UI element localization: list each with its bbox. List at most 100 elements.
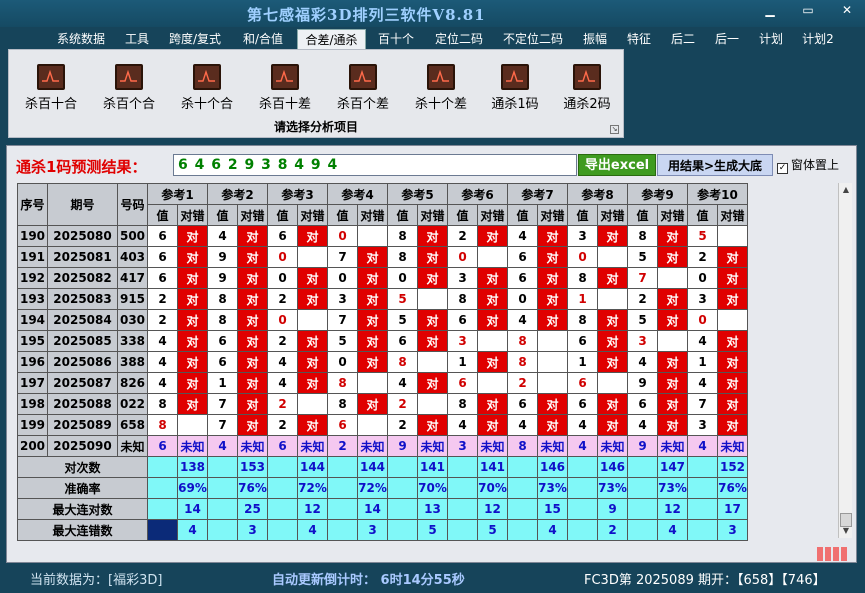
ref-status: 对 bbox=[597, 414, 628, 436]
ref-value: 9 bbox=[207, 267, 238, 289]
table-row[interactable]: 198 2025088 022 8 对 7 对 2 8 对 2 8 对 6 对 6 对 6 对 7 对 bbox=[17, 393, 748, 415]
ref-status: 对 bbox=[477, 288, 508, 310]
ref-status: 对 bbox=[177, 351, 208, 373]
minimize-button[interactable]: ▁ bbox=[757, 3, 783, 17]
ref-value: 7 bbox=[327, 309, 358, 331]
ref-status: 对 bbox=[177, 225, 208, 247]
table-row[interactable]: 196 2025086 388 4 对 6 对 4 对 0 对 8 1 对 8 1 对 4 对 1 对 bbox=[17, 351, 748, 373]
dialog-launcher-icon[interactable]: ↘ bbox=[610, 125, 619, 134]
stats-value: 14 bbox=[357, 498, 388, 520]
stats-spacer bbox=[507, 477, 538, 499]
prediction-result-field[interactable]: 6 4 6 2 9 3 8 4 9 4 bbox=[173, 154, 577, 176]
ref-status: 对 bbox=[177, 267, 208, 289]
ref-status: 对 bbox=[357, 330, 388, 352]
menu-non-position-two[interactable]: 不定位二码 bbox=[496, 29, 570, 49]
ribbon-button-sha-bai-ge-he[interactable]: 杀百个合 bbox=[89, 64, 169, 112]
menu-amplitude[interactable]: 振幅 bbox=[577, 29, 613, 49]
menu-plan2[interactable]: 计划2 bbox=[797, 29, 839, 49]
current-data-label: 当前数据为：[福彩3D] bbox=[30, 573, 163, 588]
table-row[interactable]: 199 2025089 658 8 7 对 2 对 6 2 对 4 对 4 对 4 对 4 对 3 对 bbox=[17, 414, 748, 436]
stats-spacer bbox=[687, 519, 718, 541]
stats-spacer bbox=[387, 456, 418, 478]
vertical-scrollbar[interactable]: ▲ ▼ bbox=[838, 183, 852, 538]
ref-value: 1 bbox=[567, 351, 598, 373]
ribbon-button-sha-bai-shi-he[interactable]: 杀百十合 bbox=[11, 64, 91, 112]
ref-value: 5 bbox=[687, 225, 718, 247]
menu-position-two[interactable]: 定位二码 bbox=[428, 29, 490, 49]
ribbon-button-sha-bai-ge-cha[interactable]: 杀百个差 bbox=[323, 64, 403, 112]
export-excel-button[interactable]: 导出excel bbox=[578, 154, 656, 176]
table-row[interactable]: 195 2025085 338 4 对 6 对 2 对 5 对 6 对 3 8 6 对 3 4 对 bbox=[17, 330, 748, 352]
prediction-label: 通杀1码预测结果： bbox=[16, 158, 147, 176]
ref-status bbox=[537, 330, 568, 352]
ref-status: 对 bbox=[417, 246, 448, 268]
row-seq: 198 bbox=[17, 393, 48, 415]
ref-status: 对 bbox=[597, 351, 628, 373]
table-row[interactable]: 197 2025087 826 4 对 1 对 4 对 8 4 对 6 2 6 9 对 4 对 bbox=[17, 372, 748, 394]
ribbon-button-tongsha-2[interactable]: 通杀2码 bbox=[547, 64, 627, 112]
ref-status: 对 bbox=[537, 225, 568, 247]
table-row[interactable]: 192 2025082 417 6 对 9 对 0 对 0 对 0 对 3 对 6 对 8 对 7 0 对 bbox=[17, 267, 748, 289]
row-number: 658 bbox=[117, 414, 148, 436]
ref-status: 未知 bbox=[417, 435, 448, 457]
restore-button[interactable]: ▭ bbox=[795, 3, 821, 17]
ribbon-button-sha-shi-ge-cha[interactable]: 杀十个差 bbox=[401, 64, 481, 112]
ref-value: 8 bbox=[567, 309, 598, 331]
menu-sum[interactable]: 和/合值 bbox=[236, 29, 290, 49]
checkbox-icon[interactable]: ✓ bbox=[777, 163, 788, 174]
ref-status: 对 bbox=[477, 393, 508, 415]
stats-value: 12 bbox=[657, 498, 688, 520]
menu-hecha-tongsha[interactable]: 合差/通杀 bbox=[297, 29, 366, 49]
table-row[interactable]: 191 2025081 403 6 对 9 对 0 7 对 8 对 0 6 对 0 5 对 2 对 bbox=[17, 246, 748, 268]
chart-icon bbox=[501, 64, 529, 90]
menu-last-two[interactable]: 后二 bbox=[665, 29, 701, 49]
ribbon-label: 杀百个合 bbox=[102, 97, 155, 112]
ref-status: 对 bbox=[597, 393, 628, 415]
menu-tools[interactable]: 工具 bbox=[118, 29, 156, 49]
stats-value: 25 bbox=[237, 498, 268, 520]
table-row[interactable]: 200 2025090 未知 6 未知 4 未知 6 未知 2 未知 9 未知 3 未知 8 未知 4 未知 9 未知 4… bbox=[17, 435, 748, 457]
table-row[interactable]: 194 2025084 030 2 对 8 对 0 7 对 5 对 6 对 4 对 8 对 5 对 0 bbox=[17, 309, 748, 331]
ribbon-button-sha-shi-ge-he[interactable]: 杀十个合 bbox=[167, 64, 247, 112]
ribbon-label: 杀百个差 bbox=[336, 97, 389, 112]
header-ref-3: 参考3 bbox=[267, 183, 328, 205]
ref-value: 2 bbox=[267, 414, 298, 436]
ref-status: 对 bbox=[357, 246, 388, 268]
menu-plan[interactable]: 计划 bbox=[753, 29, 789, 49]
ribbon-button-tongsha-1[interactable]: 通杀1码 bbox=[475, 64, 555, 112]
ref-status: 未知 bbox=[537, 435, 568, 457]
topmost-checkbox[interactable]: ✓ 窗体置上 bbox=[777, 156, 839, 174]
stats-spacer bbox=[147, 477, 178, 499]
table-row[interactable]: 193 2025083 915 2 对 8 对 2 对 3 对 5 8 对 0 对 1 2 对 3 对 bbox=[17, 288, 748, 310]
menu-feature[interactable]: 特征 bbox=[621, 29, 657, 49]
row-seq: 196 bbox=[17, 351, 48, 373]
chart-icon bbox=[349, 64, 377, 90]
ref-value: 1 bbox=[687, 351, 718, 373]
stats-label: 最大连错数 bbox=[17, 519, 148, 541]
header-ref-4: 参考4 bbox=[327, 183, 388, 205]
menu-system-data[interactable]: 系统数据 bbox=[50, 29, 112, 49]
row-issue: 2025087 bbox=[47, 372, 118, 394]
header-seq: 序号 bbox=[17, 183, 48, 226]
close-button[interactable]: ✕ bbox=[834, 3, 860, 17]
stats-value: 73% bbox=[657, 477, 688, 499]
ref-value: 8 bbox=[627, 225, 658, 247]
ref-status: 对 bbox=[657, 351, 688, 373]
main-content: 通杀1码预测结果： 6 4 6 2 9 3 8 4 9 4 导出excel 用结… bbox=[6, 145, 857, 563]
menu-span-compound[interactable]: 跨度/复式 bbox=[162, 29, 228, 49]
generate-base-button[interactable]: 用结果>生成大底 bbox=[657, 154, 773, 176]
ref-value: 6 bbox=[207, 351, 238, 373]
stats-value: 141 bbox=[477, 456, 508, 478]
ribbon-button-sha-bai-shi-cha[interactable]: 杀百十差 bbox=[245, 64, 325, 112]
scroll-down-icon[interactable]: ▼ bbox=[839, 524, 853, 538]
stats-label: 准确率 bbox=[17, 477, 148, 499]
ref-value: 2 bbox=[507, 372, 538, 394]
menu-bai-shi-ge[interactable]: 百十个 bbox=[372, 29, 420, 49]
ref-value: 6 bbox=[447, 309, 478, 331]
scroll-up-icon[interactable]: ▲ bbox=[839, 183, 853, 197]
ref-status: 对 bbox=[717, 288, 748, 310]
table-row[interactable]: 190 2025080 500 6 对 4 对 6 对 0 8 对 2 对 4 对 3 对 8 对 5 bbox=[17, 225, 748, 247]
row-issue: 2025085 bbox=[47, 330, 118, 352]
menu-last-one[interactable]: 后一 bbox=[709, 29, 745, 49]
stats-spacer bbox=[267, 498, 298, 520]
